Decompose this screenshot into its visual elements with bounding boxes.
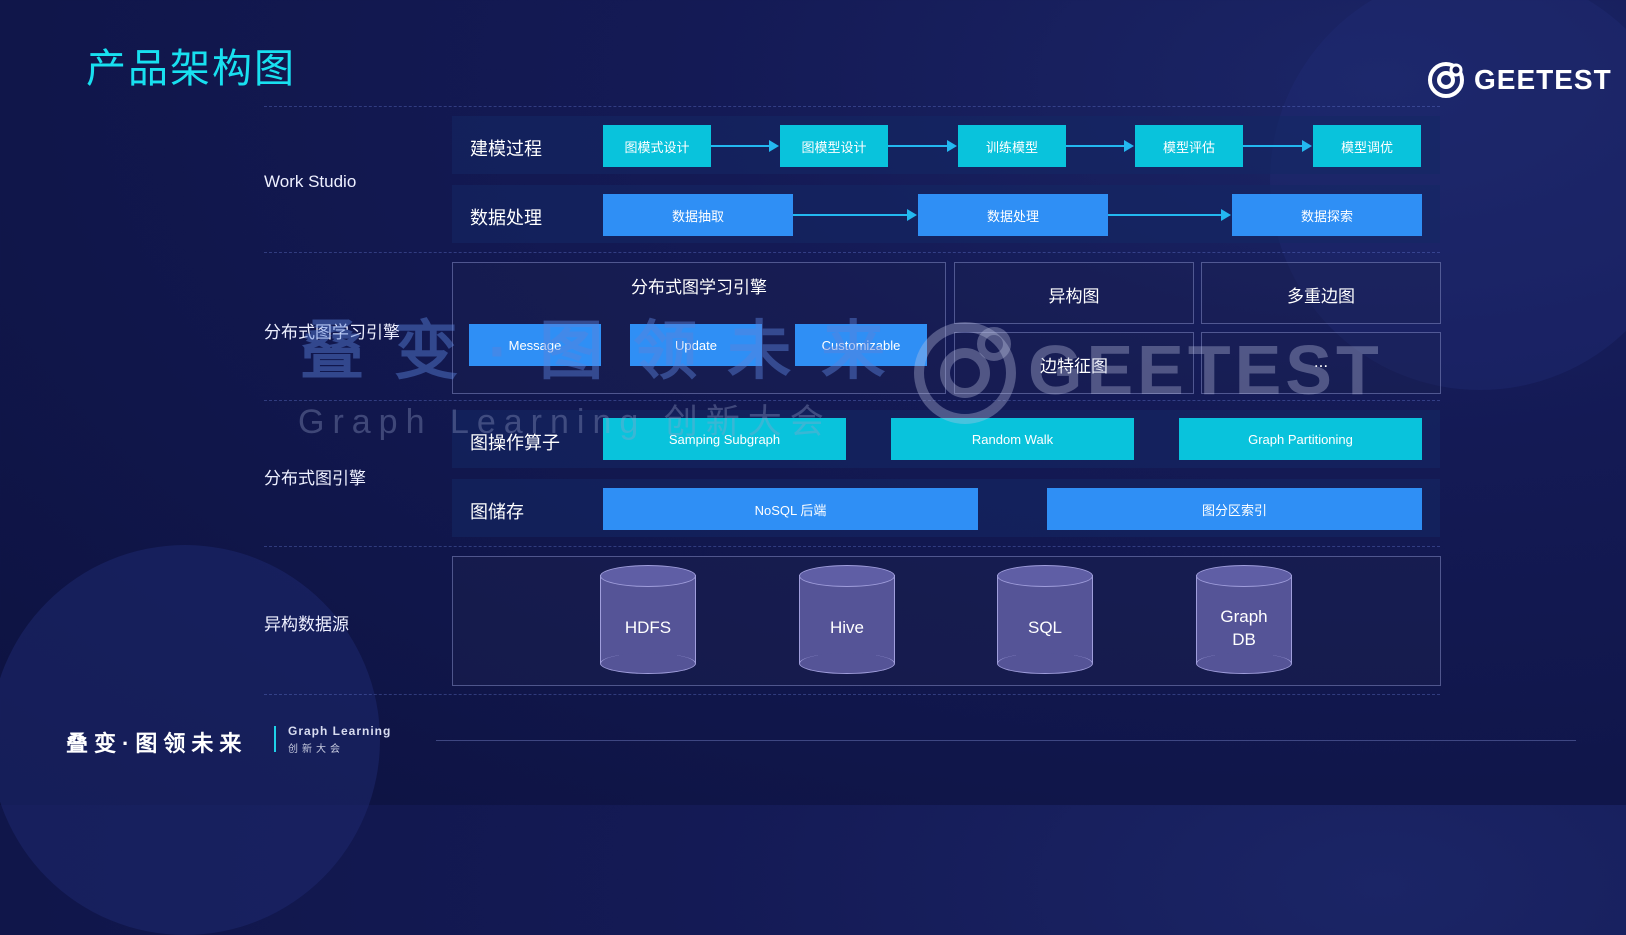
divider — [264, 106, 1440, 107]
feature-hetero-graph: 异构图 — [954, 262, 1194, 324]
gl-engine-title: 分布式图学习引擎 — [631, 278, 767, 297]
geetest-logo-icon — [1428, 62, 1464, 98]
db-sql: SQL — [997, 565, 1093, 675]
step-tune-model: 模型调优 — [1313, 125, 1421, 167]
db-graph-db: Graph DB — [1196, 565, 1292, 675]
divider — [264, 252, 1440, 253]
footer-event-name: Graph Learning — [288, 724, 392, 738]
footer-event-sub: 创新大会 — [288, 744, 344, 755]
flow-arrow — [793, 209, 917, 221]
watermark-logo-icon — [914, 322, 1016, 424]
data-processing-label: 数据处理 — [470, 208, 542, 228]
divider — [264, 546, 1440, 547]
flow-arrow — [1108, 209, 1231, 221]
storage-partition-index: 图分区索引 — [1047, 488, 1422, 530]
db-hdfs: HDFS — [600, 565, 696, 675]
feature-multi-edge-graph: 多重边图 — [1201, 262, 1441, 324]
modeling-label: 建模过程 — [470, 139, 542, 159]
layer-label-dist-graph-engine: 分布式图引擎 — [264, 469, 366, 488]
step-evaluate-model: 模型评估 — [1135, 125, 1243, 167]
watermark-logo-text: GEETEST — [1028, 331, 1383, 409]
storage-label: 图储存 — [470, 502, 524, 522]
layer-label-data-sources: 异构数据源 — [264, 615, 349, 634]
step-data-explore: 数据探索 — [1232, 194, 1422, 236]
footer-divider — [436, 740, 1576, 741]
step-train-model: 训练模型 — [958, 125, 1066, 167]
flow-arrow — [1066, 140, 1134, 152]
watermark-en: Graph Learning 创新大会 — [298, 403, 832, 441]
step-data-extract: 数据抽取 — [603, 194, 793, 236]
layer-label-work-studio: Work Studio — [264, 172, 357, 191]
flow-arrow — [888, 140, 957, 152]
db-hive: Hive — [799, 565, 895, 675]
divider — [264, 694, 1440, 695]
storage-nosql-backend: NoSQL 后端 — [603, 488, 978, 530]
step-schema-design: 图模式设计 — [603, 125, 711, 167]
footer-separator — [274, 726, 276, 752]
op-graph-partitioning: Graph Partitioning — [1179, 418, 1422, 460]
page-title: 产品架构图 — [86, 46, 296, 92]
watermark-cn: 叠变·图领未来 — [300, 315, 916, 387]
brand-logo: GEETEST — [1426, 60, 1612, 100]
step-data-process: 数据处理 — [918, 194, 1108, 236]
flow-arrow — [1243, 140, 1312, 152]
step-model-design: 图模型设计 — [780, 125, 888, 167]
flow-arrow — [711, 140, 779, 152]
footer-slogan: 叠变·图领未来 — [66, 731, 248, 756]
logo-text: GEETEST — [1474, 64, 1612, 95]
